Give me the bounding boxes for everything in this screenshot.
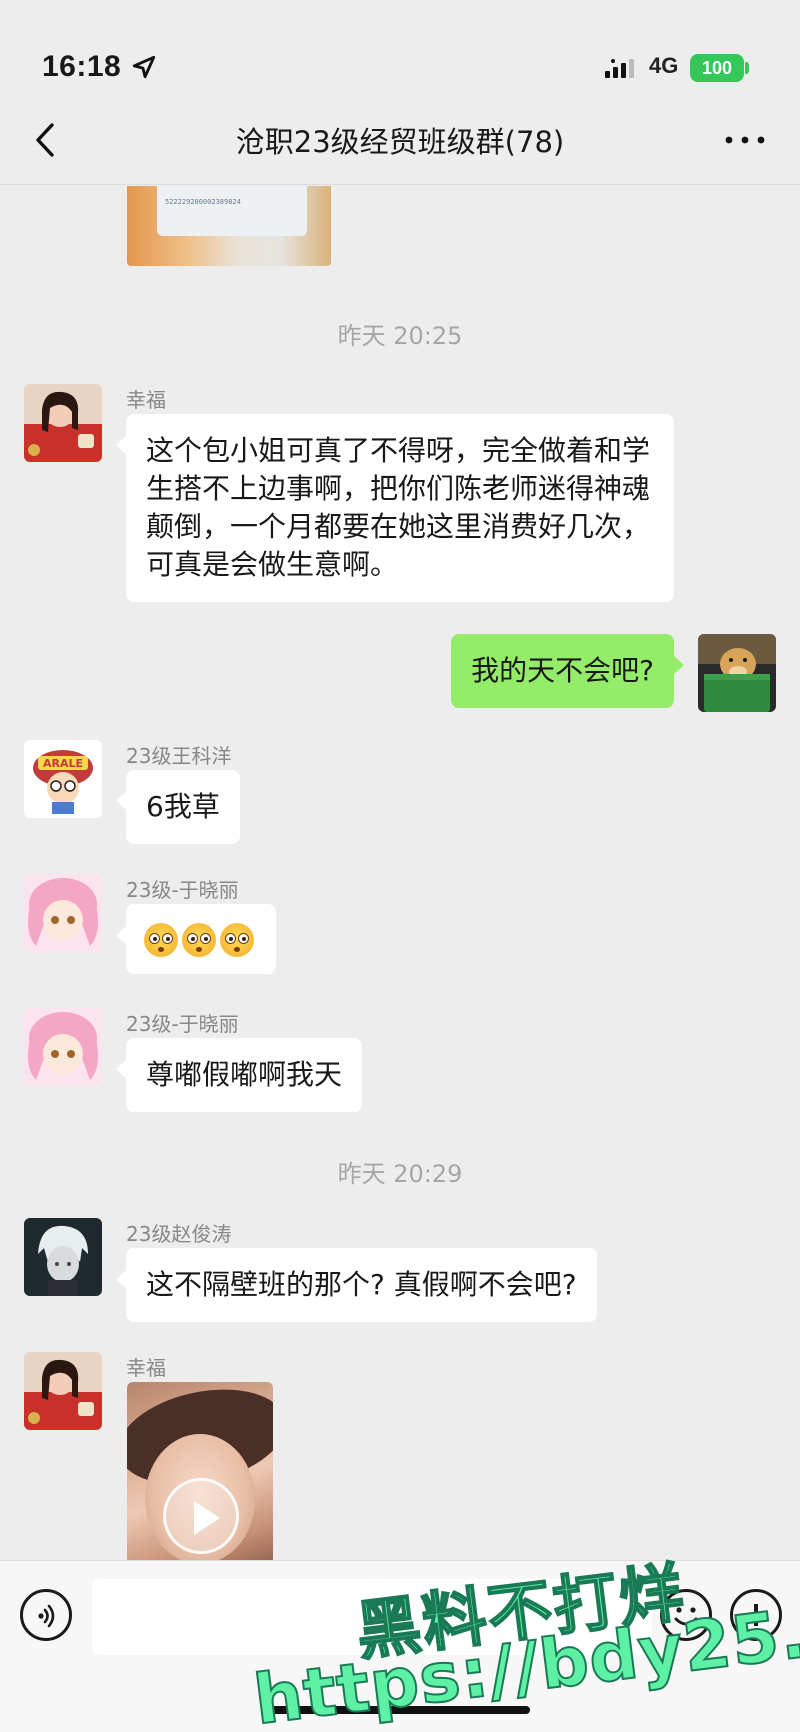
flushed-face-icon [144,923,178,957]
message-bubble[interactable]: 这个包小姐可真了不得呀，完全做着和学生搭不上边事啊，把你们陈老师迷得神魂颠倒，一… [116,414,674,602]
voice-input-button[interactable] [20,1589,72,1641]
id-card-image: 522229200002389824 [157,186,307,236]
avatar[interactable] [24,1352,102,1430]
sender-name: 23级王科洋 [126,744,232,768]
sender-name: 23级-于晓丽 [126,878,239,902]
avatar[interactable] [24,1008,102,1086]
battery-icon: 100 [690,54,744,82]
back-icon[interactable] [28,117,64,163]
location-arrow-icon [132,55,156,79]
sender-name: 23级-于晓丽 [126,1012,239,1036]
emoji-button[interactable] [660,1589,712,1641]
avatar[interactable] [24,874,102,952]
time-label: 昨天 20:25 [337,322,463,350]
emoji-bubble[interactable] [116,904,276,974]
nav-bar: 沧职23级经贸班级群(78) [0,95,800,185]
avatar[interactable] [24,384,102,462]
flushed-face-icon [182,923,216,957]
message-input[interactable] [92,1579,652,1655]
message-bubble[interactable]: 尊嘟假嘟啊我天 [115,1038,363,1112]
flushed-face-icon [220,923,254,957]
voice-icon [38,1604,55,1628]
avatar[interactable]: ARALE [24,740,102,818]
status-time: 16:18 [42,50,122,83]
play-icon[interactable] [163,1478,239,1554]
signal-icon [605,59,634,78]
svg-text:ARALE: ARALE [43,757,83,770]
sender-name: 幸福 [126,388,166,412]
battery-tip [745,62,749,74]
smile-icon [674,1607,698,1626]
message-bubble[interactable]: 这不隔壁班的那个? 真假啊不会吧? [116,1248,597,1322]
image-message-partial[interactable]: 522229200002389824 [127,186,331,266]
time-label: 昨天 20:29 [337,1160,463,1188]
message-bubble[interactable]: 6我草 [116,770,240,844]
network-type: 4G [649,53,679,78]
avatar[interactable] [24,1218,102,1296]
sender-name: 幸福 [126,1356,166,1380]
home-indicator [270,1706,530,1714]
video-message[interactable] [127,1382,273,1560]
plus-button[interactable] [730,1589,782,1641]
image-caption: 522229200002389824 [165,198,241,206]
status-bar: 16:18 4G 100 [0,0,800,110]
battery-level: 100 [701,57,733,78]
more-icon[interactable] [722,125,768,155]
sender-name: 23级赵俊涛 [126,1222,232,1246]
self-avatar[interactable] [698,634,776,712]
message-bubble-self[interactable]: 我的天不会吧? [451,634,684,708]
chat-area[interactable]: 522229200002389824 昨天 20:25 幸福 这个包小姐可真了不… [0,186,800,1560]
input-bar [0,1560,800,1732]
chat-title: 沧职23级经贸班级群(78) [235,125,565,159]
